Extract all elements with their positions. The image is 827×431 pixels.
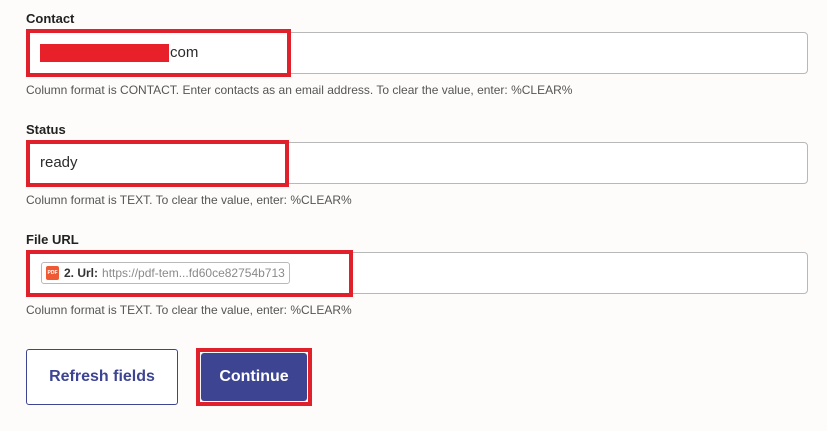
status-label: Status — [26, 122, 66, 137]
status-help-text: Column format is TEXT. To clear the valu… — [26, 193, 352, 207]
contact-help-text: Column format is CONTACT. Enter contacts… — [26, 83, 573, 97]
refresh-fields-button[interactable]: Refresh fields — [26, 349, 178, 405]
chip-url-value: https://pdf-tem...fd60ce82754b713 — [102, 266, 285, 280]
continue-button[interactable]: Continue — [201, 353, 307, 401]
redacted-email-block — [40, 44, 169, 62]
contact-input[interactable]: com — [26, 32, 808, 74]
file-url-token-chip[interactable]: PDF 2. Url: https://pdf-tem...fd60ce8275… — [41, 262, 290, 284]
chip-step-label: 2. Url: — [64, 266, 99, 280]
contact-value: com — [170, 44, 199, 61]
pdf-icon: PDF — [46, 266, 59, 280]
file-url-input[interactable]: PDF 2. Url: https://pdf-tem...fd60ce8275… — [26, 252, 808, 294]
file-url-label: File URL — [26, 232, 79, 247]
status-input[interactable]: ready — [26, 142, 808, 184]
status-value: ready — [40, 154, 78, 171]
contact-label: Contact — [26, 11, 75, 26]
file-url-help-text: Column format is TEXT. To clear the valu… — [26, 303, 352, 317]
